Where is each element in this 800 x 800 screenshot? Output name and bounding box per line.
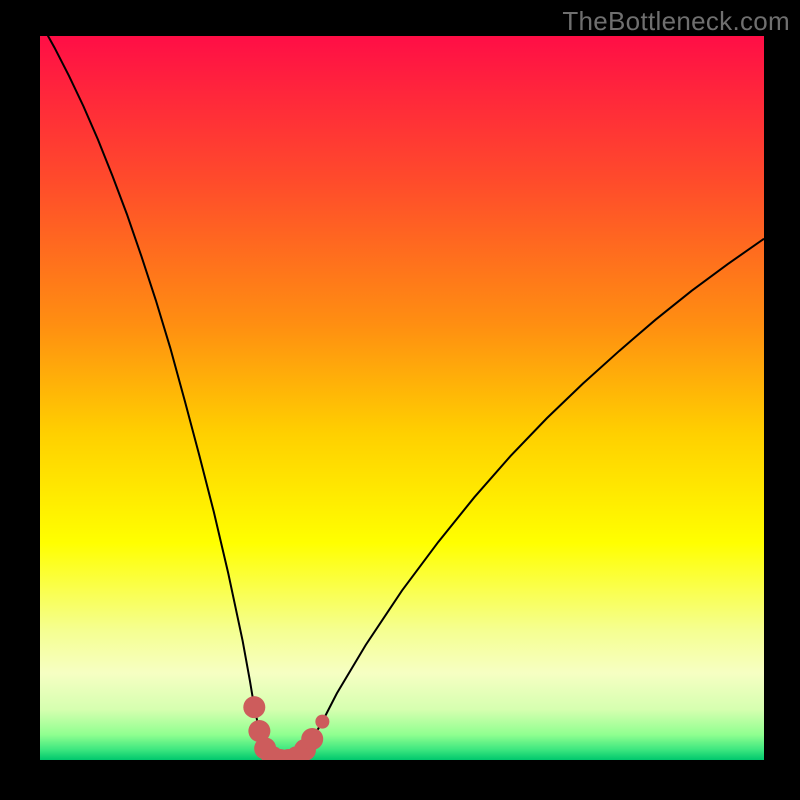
chart-curve-layer xyxy=(40,36,764,760)
marker-dot xyxy=(301,728,323,750)
chart-container xyxy=(40,36,764,760)
marker-dot xyxy=(243,696,265,718)
marker-dot xyxy=(315,715,329,729)
bottleneck-markers xyxy=(243,696,329,760)
bottleneck-curve xyxy=(40,36,764,760)
watermark-text: TheBottleneck.com xyxy=(562,6,790,37)
